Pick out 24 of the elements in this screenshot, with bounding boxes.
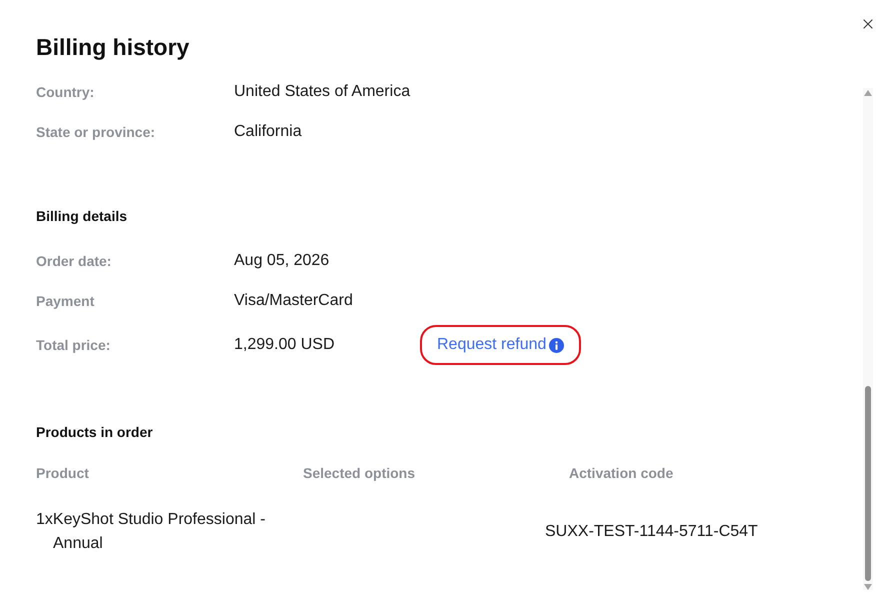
column-header: Activation code [569,465,674,481]
field-label: Total price: [36,336,112,355]
field-value: California [234,122,303,142]
field-label: Order date: [36,252,112,270]
activation-code: SUXX-TEST-1144-5711-C54T [545,523,758,540]
scrollbar-thumb[interactable] [865,386,871,581]
field-value: Visa/MasterCard [234,291,354,311]
section-heading: Products in order [36,422,153,442]
column-header: Product [36,465,89,481]
request-refund-link[interactable]: Request refund [437,333,546,357]
column-header: Selected options [303,465,416,481]
field-label: State or province: [36,122,156,142]
scrollbar[interactable] [863,88,873,590]
scroll-up-arrow-icon[interactable] [864,90,872,96]
field-value: 1,299.00 USD [234,335,336,355]
field-label: Country: [36,82,96,102]
field-label: Payment [36,292,96,311]
info-icon [549,338,564,352]
field-value: Aug 05, 2026 [234,251,330,271]
dialog-title: Billing history [36,33,190,62]
section-heading: Billing details [36,206,128,226]
scroll-down-arrow-icon[interactable] [864,584,872,590]
field-value: United States of America [234,82,412,102]
product-name: 1xKeyShot Studio Professional - Annual [36,510,266,554]
